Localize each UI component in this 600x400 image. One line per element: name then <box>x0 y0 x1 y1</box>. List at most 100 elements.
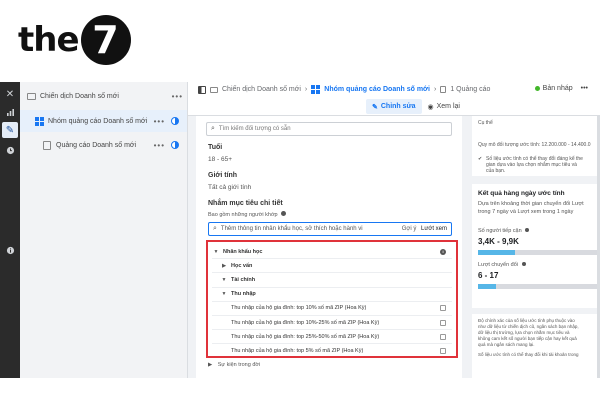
suggest-browse: Gợi ý Lướt xem <box>402 226 447 232</box>
targeting-browse-list: ▼ Nhân khẩu học i ▶ Học vấn ▼ Tài chính ▼ Thu nh… <box>206 240 458 358</box>
conversions-value: 6 - 17 <box>478 271 499 280</box>
delivery-toggle-icon[interactable] <box>171 141 179 149</box>
info-icon[interactable]: i <box>440 248 446 255</box>
page-icon <box>440 86 447 93</box>
checkbox[interactable] <box>440 347 446 354</box>
info-icon <box>281 211 287 216</box>
targeting-label: Học vấn <box>231 262 253 269</box>
row-divider <box>212 258 452 260</box>
info-icon[interactable] <box>2 242 18 258</box>
age-value[interactable]: 18 - 65+ <box>208 156 232 163</box>
tab-review-label: Xem lại <box>436 103 460 110</box>
daily-results-sub-1: Dựa trên khoảng thời gian chuyển đổi Lượ… <box>478 201 584 207</box>
tree-item-campaign[interactable]: Chiến dịch Doanh số mới ••• <box>20 85 187 107</box>
targeting-category[interactable]: ▶ Học vấn <box>208 258 456 273</box>
targeting-label: Thu nhập <box>231 291 256 298</box>
chevron-down-icon[interactable]: ▼ <box>220 277 228 283</box>
info-icon <box>521 262 526 266</box>
targeting-label: Thu nhập của hộ gia đình: top 10%-25% số… <box>231 319 380 326</box>
status-text: Bản nháp <box>542 85 573 92</box>
age-label: Tuổi <box>208 144 223 151</box>
targeting-option[interactable]: Thu nhập của hộ gia đình: top 25%-50% số… <box>208 329 456 344</box>
eye-icon: ◉ <box>427 103 434 111</box>
audience-form-area: ⌕ Tìm kiếm đối tượng có sẵn Tuổi 18 - 65… <box>188 116 468 378</box>
campaign-tree: Chiến dịch Doanh số mới ••• Nhóm quảng c… <box>20 82 188 378</box>
reach-label-text: Số người tiếp cận <box>478 228 522 234</box>
left-rail: ✕ ✎ <box>0 82 20 378</box>
info-icon <box>525 228 530 232</box>
search-icon: ⌕ <box>211 125 215 132</box>
targeting-label: Thu nhập của hộ gia đình: top 10% số mã … <box>231 305 367 312</box>
panel-toggle-icon[interactable] <box>198 85 206 94</box>
specific-text: Cụ thể <box>478 120 493 126</box>
search-icon: ⌕ <box>213 225 217 232</box>
status-dot-icon <box>534 86 540 91</box>
mode-tabs: ✎ Chỉnh sửa ◉ Xem lại <box>366 99 466 114</box>
row-divider <box>212 343 452 345</box>
ad-name: Quảng cáo Doanh số mới <box>56 141 137 149</box>
audience-size-card: Cụ thể Quy mô đối tượng ước tính: 12.200… <box>472 116 600 176</box>
estimate-footnote-card: Độ chính xác của số liệu ước tính phụ th… <box>472 314 600 378</box>
targeting-category[interactable]: ▼ Thu nhập <box>208 287 456 302</box>
grid-icon <box>311 85 321 94</box>
targeting-category[interactable]: ▼ Tài chính <box>208 272 456 287</box>
chevron-right-icon: › <box>433 86 437 93</box>
reach-label: Số người tiếp cận <box>478 228 530 234</box>
row-divider <box>212 286 452 288</box>
breadcrumb: Chiến dịch Doanh số mới › Nhóm quảng cáo… <box>198 85 494 94</box>
detailed-targeting-input[interactable]: ⌕ Thêm thông tin nhân khẩu học, sở thích… <box>208 222 452 236</box>
targeting-label: Tài chính <box>231 276 256 283</box>
row-divider <box>212 315 452 316</box>
targeting-option[interactable]: Thu nhập của hộ gia đình: top 10%-25% số… <box>208 315 456 330</box>
tree-item-ad[interactable]: Quảng cáo Doanh số mới ••• <box>20 134 187 156</box>
more-icon[interactable]: ••• <box>581 85 588 92</box>
footnote-5: quá mà ngân sách mang lại. <box>478 342 535 347</box>
estimate-note-3: của bạn. <box>486 168 506 174</box>
saved-audience-search-input[interactable]: ⌕ Tìm kiếm đối tượng có sẵn <box>206 122 452 136</box>
checkbox[interactable] <box>440 305 446 312</box>
pencil-icon[interactable]: ✎ <box>2 122 18 138</box>
breadcrumb-ad[interactable]: 1 Quảng cáo <box>450 86 490 93</box>
targeting-option[interactable]: Thu nhập của hộ gia đình: top 10% số mã … <box>208 301 456 316</box>
targeting-label: Thu nhập của hộ gia đình: top 25%-50% số… <box>231 333 380 340</box>
targeting-option[interactable]: Thu nhập của hộ gia đình: top 5% số mã Z… <box>208 343 456 358</box>
browse-link[interactable]: Lướt xem <box>421 226 447 232</box>
row-divider <box>212 329 452 331</box>
status-badge: Bản nháp ••• <box>534 85 588 92</box>
footnote-1: Độ chính xác của số liệu ước tính phụ th… <box>478 318 575 323</box>
suggestions-link[interactable]: Gợi ý <box>402 226 417 232</box>
folder-icon <box>26 91 36 101</box>
footnote-6: Số liệu ước tính có thể thay đổi khi tài… <box>478 352 579 357</box>
saved-audience-placeholder: Tìm kiếm đối tượng có sẵn <box>218 126 291 132</box>
page-bottom <box>0 378 600 400</box>
breadcrumb-campaign[interactable]: Chiến dịch Doanh số mới <box>222 86 301 93</box>
delivery-toggle-icon[interactable] <box>171 117 179 125</box>
life-events-item[interactable]: ▶ Sự kiện trong đời <box>208 362 260 368</box>
checkbox[interactable] <box>440 319 446 326</box>
chart-icon[interactable] <box>2 104 18 120</box>
audience-card: ⌕ Tìm kiếm đối tượng có sẵn Tuổi 18 - 65… <box>196 116 462 378</box>
life-events-label: Sự kiện trong đời <box>217 362 261 368</box>
more-icon[interactable]: ••• <box>154 141 165 150</box>
include-people-text: Bao gồm những người khớp <box>208 212 278 218</box>
tab-review[interactable]: ◉ Xem lại <box>422 99 466 114</box>
chevron-down-icon[interactable]: ▼ <box>212 249 220 255</box>
clock-icon[interactable] <box>2 142 18 158</box>
screen: the 7 ✕ ✎ Chiến dịch Doanh số mới ••• Nh… <box>0 0 600 400</box>
close-icon[interactable]: ✕ <box>2 86 18 102</box>
checkbox[interactable] <box>440 333 446 340</box>
gender-label: Giới tính <box>208 172 238 179</box>
daily-results-sub-2: trong 7 ngày và Lượt xem trong 1 ngày <box>478 209 574 215</box>
more-icon[interactable]: ••• <box>154 117 165 126</box>
tab-edit[interactable]: ✎ Chỉnh sửa <box>366 99 422 114</box>
row-divider <box>212 272 452 274</box>
targeting-category[interactable]: ▼ Nhân khẩu học i <box>208 244 456 259</box>
gender-value[interactable]: Tất cả giới tính <box>208 184 251 191</box>
more-icon[interactable]: ••• <box>172 92 183 101</box>
breadcrumb-adset[interactable]: Nhóm quảng cáo Doanh số mới <box>324 86 430 93</box>
chevron-down-icon[interactable]: ▼ <box>220 291 228 297</box>
pencil-icon: ✎ <box>372 103 378 111</box>
chevron-right-icon[interactable]: ▶ <box>220 263 228 269</box>
logo-seven-badge: 7 <box>80 15 131 65</box>
tree-item-adset[interactable]: Nhóm quảng cáo Doanh số mới ••• <box>20 110 187 132</box>
